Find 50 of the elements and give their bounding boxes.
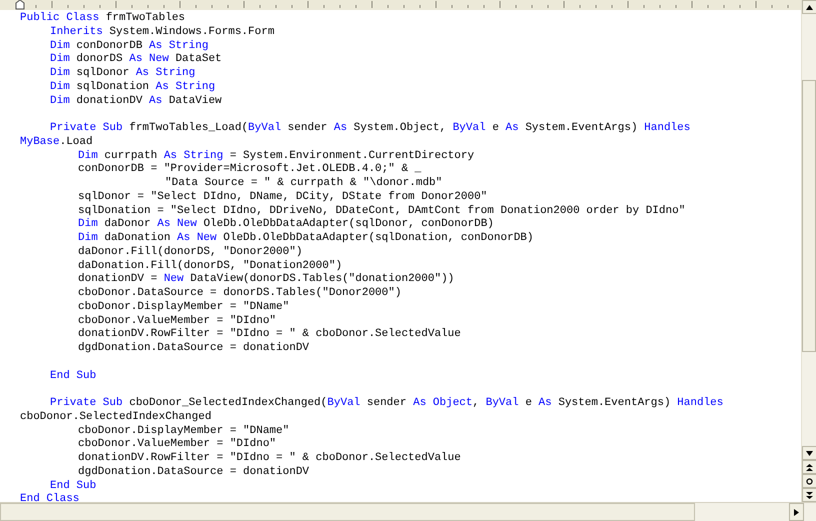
up-arrow-icon (806, 4, 813, 10)
code-line: Dim conDonorDB As String (49, 40, 210, 53)
code-line: donationDV.RowFilter = "DIdno = " & cboDonor.SelectedValue (77, 452, 462, 466)
code-line: Dim sqlDonation As String (49, 80, 216, 94)
browse-object-button[interactable] (802, 474, 816, 488)
code-line: donationDV = New DataView(donorDS.Tables("donation2000")) (77, 273, 456, 287)
code-line: cboDonor.DataSource = donorDS.Tables("Donor2000") (77, 287, 402, 301)
code-line: Dim donationDV As DataView (49, 94, 223, 108)
code-line: End Class (19, 493, 80, 502)
code-line: Inherits System.Windows.Forms.Form (49, 26, 276, 40)
double-up-arrow-icon (806, 464, 813, 470)
code-line: Private Sub frmTwoTables_Load(ByVal sender As System.Object, ByVal e As System.EventArgs) Handles (49, 122, 692, 136)
code-line: End Sub (49, 370, 98, 384)
code-line: donationDV.RowFilter = "DIdno = " & cboDonor.SelectedValue (77, 328, 462, 342)
scroll-up-button[interactable] (802, 0, 816, 14)
horizontal-scrollbar[interactable] (0, 502, 816, 521)
code-line: cboDonor.DisplayMember = "DName" (77, 300, 290, 314)
code-line: Dim sqlDonor As String (49, 67, 196, 81)
code-line: Private Sub cboDonor_SelectedIndexChanged(ByVal sender As Object, ByVal e As System.EventArgs) Handles (49, 397, 724, 411)
circle-icon (806, 478, 813, 484)
code-line: sqlDonor = "Select DIdno, DName, DCity, DState from Donor2000" (77, 190, 488, 204)
code-line: daDonation.Fill(donorDS, "Donation2000") (77, 260, 344, 273)
scroll-thumb[interactable] (802, 80, 816, 352)
code-line: cboDonor.SelectedIndexChanged (19, 410, 212, 424)
code-line: "Data Source = " & currpath & "\donor.mdb" (164, 177, 444, 191)
next-page-button[interactable] (802, 488, 816, 502)
scroll-right-button[interactable] (789, 503, 804, 521)
code-line: cboDonor.ValueMember = "DIdno" (77, 314, 278, 328)
code-line: cboDonor.ValueMember = "DIdno" (77, 438, 278, 452)
right-arrow-icon (794, 508, 799, 516)
previous-page-button[interactable] (802, 460, 816, 474)
down-arrow-icon (806, 450, 813, 456)
code-line: sqlDonation = "Select DIdno, DDriveNo, DDateCont, DAmtCont from Donation2000 order by DIdno" (77, 204, 686, 218)
code-line: Dim donorDS As New DataSet (49, 53, 223, 67)
code-line: Dim currpath As String = System.Environment.CurrentDirectory (77, 150, 476, 163)
double-down-arrow-icon (806, 492, 813, 498)
code-line: Public Class frmTwoTables (19, 12, 186, 26)
indent-marker-icon[interactable] (16, 0, 24, 10)
code-line: dgdDonation.DataSource = donationDV (77, 466, 310, 480)
code-line: cboDonor.DisplayMember = "DName" (77, 424, 290, 438)
code-line: dgdDonation.DataSource = donationDV (77, 342, 310, 356)
code-line: Dim daDonor As New OleDb.OleDbDataAdapter(sqlDonor, conDonorDB) (77, 218, 495, 232)
scroll-down-button[interactable] (802, 446, 816, 460)
code-line: End Sub (49, 480, 98, 493)
code-line: MyBase.Load (19, 136, 94, 150)
vertical-scrollbar[interactable] (801, 0, 816, 502)
horizontal-scroll-thumb[interactable] (0, 503, 695, 521)
code-line: Dim daDonation As New OleDb.OleDbDataAdapter(sqlDonation, conDonorDB) (77, 232, 534, 246)
code-line: daDonor.Fill(donorDS, "Donor2000") (77, 246, 304, 260)
code-line: conDonorDB = "Provider=Microsoft.Jet.OLEDB.4.0;" & _ (77, 163, 422, 177)
